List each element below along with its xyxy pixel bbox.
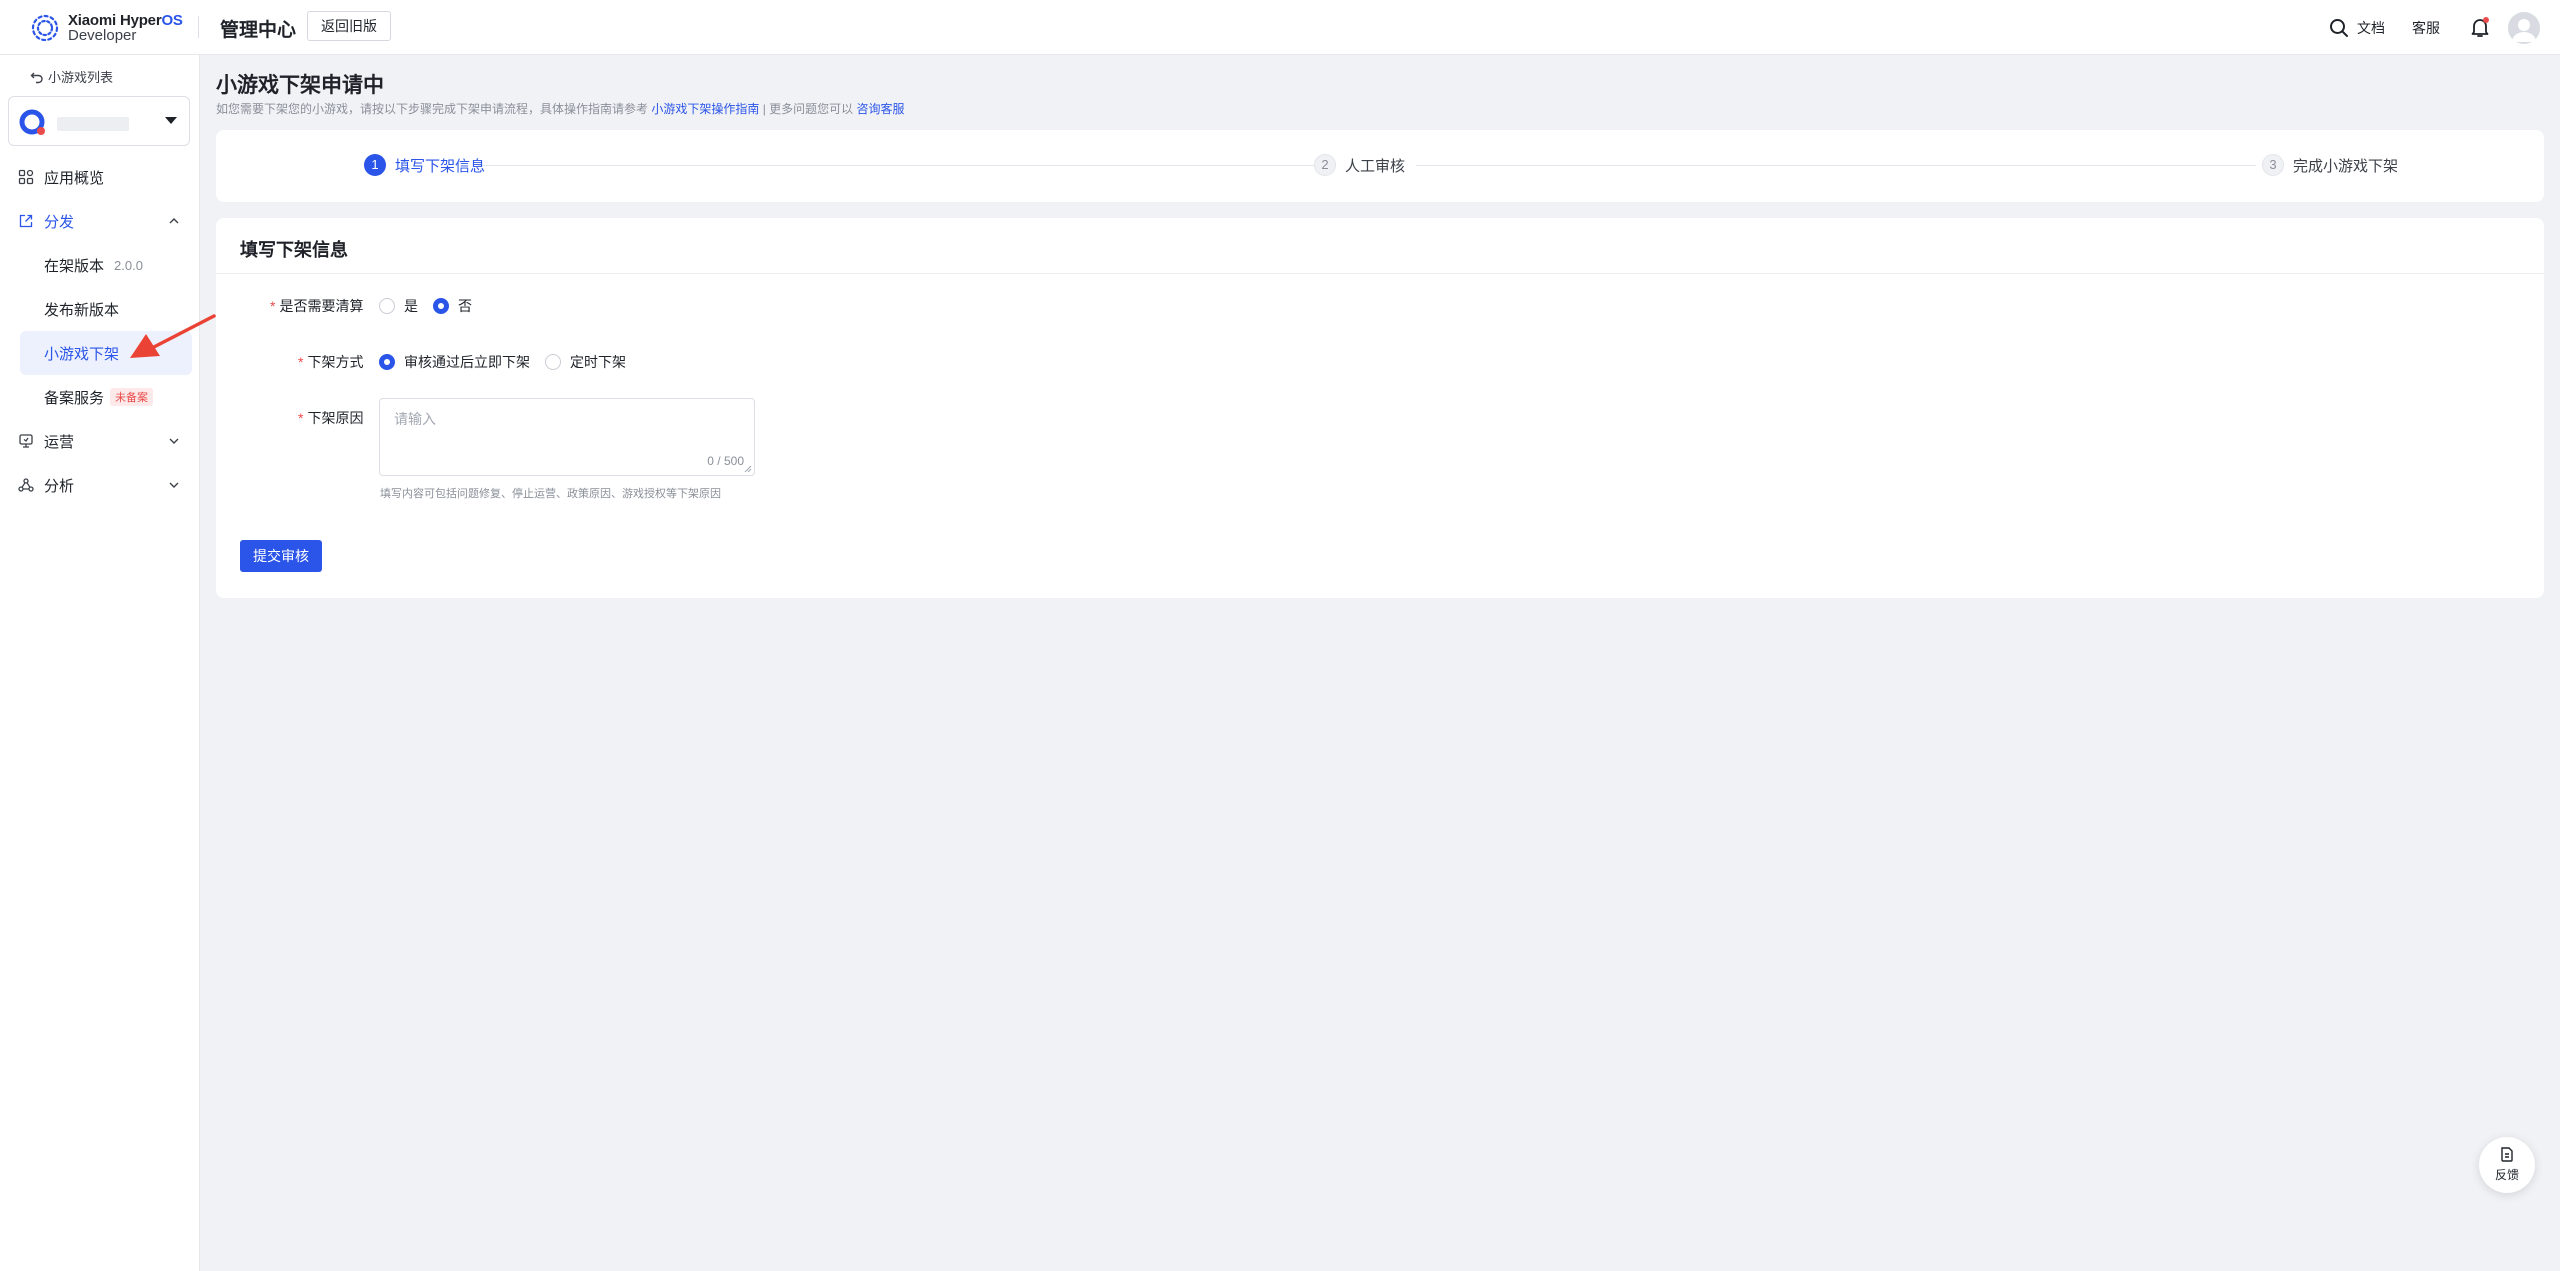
status-badge: 未备案	[110, 388, 154, 406]
sidebar-item-label: 分析	[44, 477, 75, 495]
step-label: 完成小游戏下架	[2293, 157, 2399, 175]
step-label: 人工审核	[1345, 157, 1406, 175]
takedown-guide-link[interactable]: 小游戏下架操作指南	[651, 102, 759, 116]
clear-option-no[interactable]: 否	[433, 296, 472, 316]
radio-button-checked[interactable]	[379, 354, 395, 370]
reason-label: * 下架原因	[298, 408, 363, 428]
method-option-immediate[interactable]: 审核通过后立即下架	[379, 352, 530, 372]
sidebar-item-distribution[interactable]: 分发	[0, 199, 200, 243]
clear-option-yes[interactable]: 是	[379, 296, 418, 316]
field-label: 下架原因	[307, 410, 364, 426]
step-connector	[1416, 165, 2256, 166]
sidebar-item-label: 小游戏下架	[44, 345, 120, 363]
step-number: 2	[1314, 154, 1336, 176]
step-number: 3	[2262, 154, 2284, 176]
takedown-form-card: 填写下架信息 * 是否需要清算 是 否 * 下架方式 审核通过后立即下架 定时下架 …	[216, 218, 2544, 598]
method-label: * 下架方式	[298, 352, 363, 372]
caret-down-icon	[165, 117, 177, 124]
description-text: 如您需要下架您的小游戏，请按以下步骤完成下架申请流程，具体操作指南请参考	[216, 102, 649, 116]
radio-label: 是	[404, 298, 418, 314]
step-complete-takedown: 3 完成小游戏下架	[2262, 154, 2398, 176]
hyperos-logo-icon	[31, 14, 59, 42]
divider	[216, 273, 2544, 274]
docs-link[interactable]: 文档	[2357, 18, 2385, 38]
feedback-label: 反馈	[2494, 1168, 2519, 1182]
app-selector[interactable]	[8, 96, 190, 146]
share-icon	[19, 214, 33, 228]
customer-service-link[interactable]: 客服	[2412, 18, 2440, 38]
brand-sub: Developer	[68, 27, 137, 44]
reason-placeholder: 请输入	[394, 411, 436, 427]
sidebar-item-live-version[interactable]: 在架版本 2.0.0	[20, 243, 192, 287]
step-number: 1	[364, 154, 386, 176]
radio-button[interactable]	[379, 298, 395, 314]
brand-logo[interactable]: Xiaomi HyperOS Developer	[28, 10, 183, 46]
feedback-button[interactable]: 反馈	[2479, 1137, 2535, 1193]
undo-arrow-icon	[30, 72, 43, 83]
char-counter: 0 / 500	[707, 454, 744, 468]
page-title: 小游戏下架申请中	[216, 74, 384, 97]
page-description: 如您需要下架您的小游戏，请按以下步骤完成下架申请流程，具体操作指南请参考 小游戏…	[216, 100, 905, 117]
radio-button-checked[interactable]	[433, 298, 449, 314]
sidebar-item-label: 在架版本	[44, 257, 105, 275]
steps-card: 1 填写下架信息 2 人工审核 3 完成小游戏下架	[216, 130, 2544, 202]
radio-label: 定时下架	[570, 354, 626, 370]
sidebar: 小游戏列表 应用概览 分发 在架版本 2.0.0 发布新版本 小游戏下架 备案服…	[0, 55, 200, 1271]
field-label: 是否需要清算	[279, 298, 364, 314]
required-mark: *	[298, 354, 304, 370]
sidebar-item-analysis[interactable]: 分析	[0, 463, 200, 507]
operation-icon	[19, 434, 33, 448]
avatar-person-icon	[2512, 19, 2536, 42]
consult-service-link[interactable]: 咨询客服	[857, 102, 905, 116]
required-mark: *	[270, 298, 276, 314]
clear-label: * 是否需要清算	[270, 296, 363, 316]
step-manual-review: 2 人工审核	[1314, 154, 1405, 176]
required-mark: *	[298, 410, 304, 426]
header-divider	[198, 16, 199, 38]
sidebar-item-overview[interactable]: 应用概览	[0, 155, 200, 199]
form-section-title: 填写下架信息	[240, 240, 348, 260]
reason-textarea[interactable]: 请输入 0 / 500	[379, 398, 755, 476]
step-connector	[478, 165, 1318, 166]
feedback-icon	[2501, 1147, 2513, 1162]
back-to-game-list-link[interactable]: 小游戏列表	[30, 67, 113, 86]
grid-icon	[18, 169, 34, 185]
method-option-scheduled[interactable]: 定时下架	[545, 352, 626, 372]
analysis-icon	[18, 478, 34, 492]
field-label: 下架方式	[307, 354, 364, 370]
submit-review-button[interactable]: 提交审核	[240, 540, 322, 572]
notification-bell-icon[interactable]	[2468, 15, 2492, 39]
version-number: 2.0.0	[114, 257, 143, 273]
red-annotation-arrow	[130, 314, 216, 358]
resize-handle-icon[interactable]	[744, 465, 752, 473]
top-header: Xiaomi HyperOS Developer 管理中心 返回旧版 文档 客服	[0, 0, 2560, 55]
search-icon[interactable]	[2328, 17, 2350, 39]
chevron-down-icon	[169, 438, 179, 444]
radio-label: 否	[458, 298, 472, 314]
sidebar-item-label: 备案服务	[44, 389, 105, 407]
step-label: 填写下架信息	[395, 157, 486, 175]
sidebar-item-label: 发布新版本	[44, 301, 120, 319]
console-title: 管理中心	[220, 20, 297, 41]
chevron-down-icon	[169, 482, 179, 488]
step-fill-info: 1 填写下架信息	[364, 154, 485, 176]
chevron-up-icon	[169, 218, 179, 224]
sidebar-item-operations[interactable]: 运营	[0, 419, 200, 463]
sidebar-item-label: 运营	[44, 433, 75, 451]
brand-os: OS	[161, 12, 183, 29]
app-logo-icon	[19, 109, 45, 135]
radio-label: 审核通过后立即下架	[404, 354, 530, 370]
app-name-redacted	[57, 117, 129, 131]
back-link-label: 小游戏列表	[48, 70, 114, 85]
radio-button[interactable]	[545, 354, 561, 370]
sidebar-item-label: 分发	[44, 213, 75, 231]
user-avatar[interactable]	[2508, 12, 2540, 44]
back-to-old-version-button[interactable]: 返回旧版	[307, 11, 391, 41]
sidebar-item-label: 应用概览	[44, 169, 105, 187]
description-separator: | 更多问题您可以	[762, 102, 854, 116]
reason-help-text: 填写内容可包括问题修复、停止运营、政策原因、游戏授权等下架原因	[380, 488, 721, 500]
sidebar-item-filing-service[interactable]: 备案服务 未备案	[20, 375, 192, 419]
